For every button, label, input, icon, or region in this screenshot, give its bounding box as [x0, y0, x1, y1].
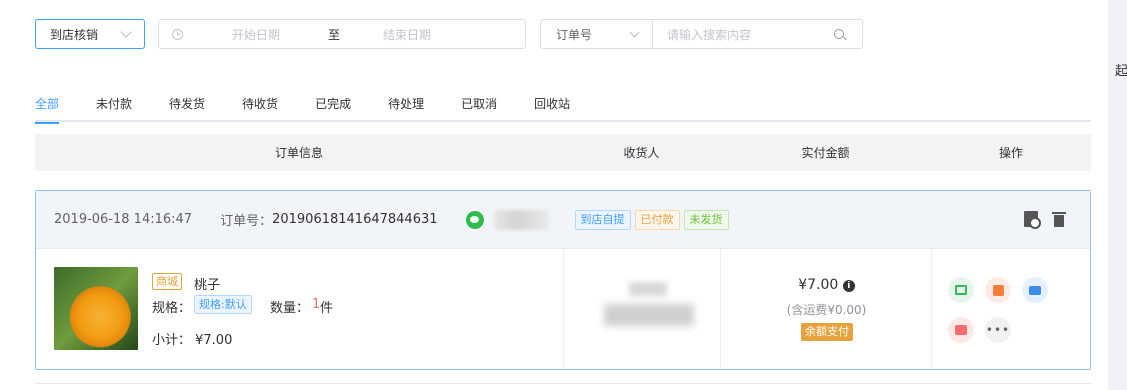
- next-order-row: [35, 383, 1091, 390]
- search-group: 订单号 请输入搜索内容: [540, 19, 863, 49]
- paid-amount-value: ¥7.00: [798, 277, 839, 293]
- order-no-label: 订单号：: [220, 214, 273, 229]
- paid-amount: ¥7.00 i: [721, 277, 932, 293]
- spec-label: 规格：: [152, 301, 192, 316]
- tab-cancelled[interactable]: 已取消: [461, 95, 497, 122]
- tab-to-ship[interactable]: 待发货: [169, 95, 205, 122]
- scan-icon: [955, 285, 967, 295]
- message-icon: [955, 325, 967, 335]
- delete-icon[interactable]: [1052, 211, 1066, 227]
- unshipped-tag: 未发货: [683, 209, 729, 230]
- source-tag: 商城: [152, 273, 182, 290]
- order-card-body: 商城 桃子 规格： 规格:默认 数量： 1 件 小计： ¥7.00 ¥7.00 …: [36, 249, 1090, 369]
- end-date-input[interactable]: 结束日期: [383, 26, 431, 43]
- tab-recycle-bin[interactable]: 回收站: [534, 95, 570, 122]
- offscreen-text: 起: [1115, 64, 1127, 79]
- subtotal: 小计： ¥7.00: [152, 333, 233, 348]
- receiver-cell: [564, 249, 721, 369]
- product-image[interactable]: [54, 267, 138, 350]
- wechat-icon: [465, 210, 484, 229]
- actions-cell: •••: [932, 249, 1090, 369]
- payment-method-badge: 余额支付: [801, 323, 853, 341]
- table-header: 订单信息 收货人 实付金额 操作: [35, 134, 1091, 171]
- order-card: 2019-06-18 14:16:47 订单号： 201906181416478…: [35, 190, 1091, 370]
- search-icon[interactable]: [834, 29, 844, 39]
- remark-edit-icon[interactable]: [1024, 211, 1041, 229]
- tab-unpaid[interactable]: 未付款: [96, 95, 132, 122]
- more-icon: •••: [985, 323, 1011, 337]
- chevron-down-icon: [120, 26, 132, 38]
- qty-unit: 件: [320, 301, 334, 316]
- order-date: 2019-06-18 14:16:47: [54, 212, 193, 227]
- verify-button[interactable]: [948, 277, 974, 303]
- tab-to-receive[interactable]: 待收货: [242, 95, 278, 122]
- header-order-info: 订单信息: [274, 146, 323, 160]
- order-header-actions: [1024, 211, 1066, 229]
- receiver-name-redacted: [629, 282, 667, 296]
- date-separator: 至: [328, 27, 341, 42]
- chevron-down-icon: [629, 27, 640, 37]
- search-field-select[interactable]: 订单号: [541, 20, 653, 48]
- order-no: 20190618141647844631: [272, 212, 438, 227]
- date-range-picker[interactable]: 开始日期 至 结束日期: [158, 19, 526, 49]
- header-receiver: 收货人: [623, 146, 660, 160]
- orders-panel: 到店核销 开始日期 至 结束日期 订单号 请输入搜索内容 全部 未付款 待发货 …: [0, 0, 1108, 390]
- pickup-tag: 到店自提: [574, 209, 631, 230]
- ship-button[interactable]: [985, 277, 1011, 303]
- tab-completed[interactable]: 已完成: [315, 95, 351, 122]
- goods-cell: 商城 桃子 规格： 规格:默认 数量： 1 件 小计： ¥7.00: [36, 249, 564, 369]
- paid-tag: 已付款: [634, 209, 680, 230]
- order-card-header: 2019-06-18 14:16:47 订单号： 201906181416478…: [36, 191, 1090, 249]
- amount-cell: ¥7.00 i (含运费¥0.00) 余额支付: [721, 249, 932, 369]
- spec-value: 规格:默认: [194, 295, 252, 314]
- buyer-name-redacted: [493, 209, 549, 230]
- search-field-value: 订单号: [556, 27, 593, 42]
- search-input[interactable]: 请输入搜索内容: [653, 26, 834, 43]
- upload-icon: [992, 284, 1004, 296]
- more-button[interactable]: •••: [985, 317, 1011, 343]
- message-button[interactable]: [948, 317, 974, 343]
- qty-label: 数量：: [270, 301, 310, 316]
- verify-mode-value: 到店核销: [50, 27, 99, 42]
- receiver-phone-redacted: [604, 304, 694, 326]
- verify-mode-select[interactable]: 到店核销: [35, 19, 145, 49]
- printer-icon: [1029, 285, 1041, 295]
- header-actions: 操作: [998, 146, 1023, 160]
- tab-pending[interactable]: 待处理: [388, 95, 424, 122]
- start-date-input[interactable]: 开始日期: [232, 26, 280, 43]
- order-status-tabs: 全部 未付款 待发货 待收货 已完成 待处理 已取消 回收站: [35, 95, 1091, 124]
- header-paid-amount: 实付金额: [801, 146, 850, 160]
- product-name[interactable]: 桃子: [194, 274, 220, 293]
- clock-icon: [172, 28, 183, 40]
- info-icon[interactable]: i: [842, 280, 855, 292]
- print-button[interactable]: [1022, 277, 1048, 303]
- tab-all[interactable]: 全部: [35, 95, 60, 124]
- shipping-note: (含运费¥0.00): [786, 303, 867, 317]
